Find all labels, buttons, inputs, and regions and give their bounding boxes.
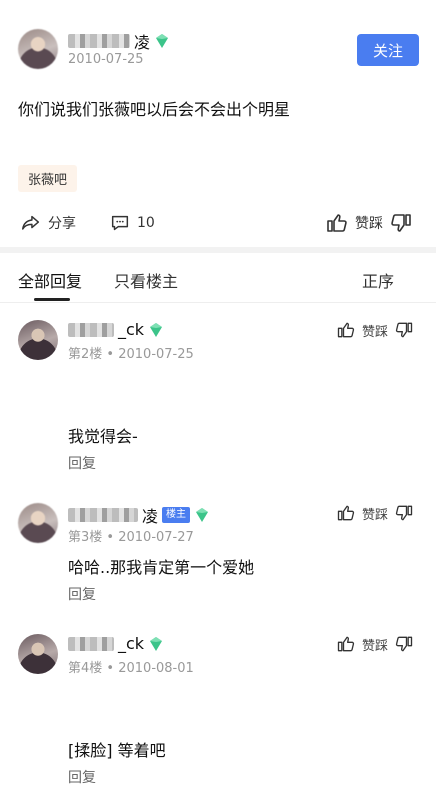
post-date: 2010-07-25 (68, 52, 144, 67)
reply-username[interactable]: _ck (68, 634, 164, 653)
redacted-name (68, 636, 114, 651)
meta-separator: • (106, 530, 119, 545)
reply-content: [揉脸] 等着吧 (68, 741, 166, 760)
reply-content: 我觉得会- (68, 427, 138, 446)
thumb-up-icon[interactable] (325, 211, 349, 235)
reply-date: 2010-07-25 (118, 347, 194, 362)
thumb-down-icon[interactable] (389, 211, 413, 235)
reply-username[interactable]: _ck (68, 320, 164, 339)
reply-avatar[interactable] (18, 503, 58, 543)
share-icon (22, 215, 40, 230)
post-content: 你们说我们张薇吧以后会不会出个明星 (18, 100, 291, 119)
reply-name-suffix: _ck (118, 634, 145, 653)
tab-all-replies[interactable]: 全部回复 (18, 268, 82, 292)
diamond-badge-icon (154, 33, 170, 49)
forum-tag[interactable]: 张薇吧 (18, 165, 78, 192)
floor-number: 第3楼 (68, 530, 103, 545)
reply-date: 2010-07-27 (118, 530, 194, 545)
reply-name-suffix: _ck (118, 320, 145, 339)
author-name[interactable]: 凌 (68, 29, 170, 53)
reply-meta: 第2楼 • 2010-07-25 (68, 343, 194, 362)
active-tab-indicator (34, 298, 70, 301)
vote-label: 赞踩 (355, 216, 383, 232)
reply-vote-control: 赞踩 (336, 634, 414, 654)
reply-avatar[interactable] (18, 320, 58, 360)
meta-separator: • (106, 661, 119, 676)
author-name-suffix: 凌 (134, 33, 151, 52)
follow-button[interactable]: 关注 (357, 34, 419, 66)
vote-label: 赞踩 (362, 324, 389, 340)
section-divider (0, 247, 436, 253)
share-button[interactable]: 分享 (20, 212, 76, 234)
floor-number: 第4楼 (68, 661, 103, 676)
thumb-down-icon[interactable] (394, 320, 414, 340)
redacted-name (68, 322, 114, 337)
diamond-badge-icon (148, 322, 164, 338)
op-badge: 楼主 (162, 507, 191, 523)
diamond-badge-icon (194, 507, 210, 523)
author-avatar[interactable] (18, 29, 58, 69)
reply-username[interactable]: 凌 楼主 (68, 503, 210, 527)
reply-date: 2010-08-01 (118, 661, 194, 676)
comment-button[interactable]: 10 (109, 212, 155, 234)
thumb-up-icon[interactable] (336, 503, 356, 523)
floor-number: 第2楼 (68, 347, 103, 362)
reply-meta: 第3楼 • 2010-07-27 (68, 526, 194, 545)
reply-avatar[interactable] (18, 634, 58, 674)
reply-name-suffix: 凌 (142, 507, 159, 526)
vote-control: 赞踩 (325, 211, 413, 235)
reply-vote-control: 赞踩 (336, 503, 414, 523)
share-label: 分享 (48, 216, 76, 232)
vote-label: 赞踩 (362, 638, 389, 654)
comment-count: 10 (137, 215, 155, 231)
reply-button[interactable]: 回复 (68, 767, 96, 787)
reply-meta: 第4楼 • 2010-08-01 (68, 657, 194, 676)
thumb-down-icon[interactable] (394, 503, 414, 523)
redacted-name (68, 508, 138, 522)
vote-label: 赞踩 (362, 507, 389, 523)
diamond-badge-icon (148, 636, 164, 652)
thumb-up-icon[interactable] (336, 634, 356, 654)
reply-button[interactable]: 回复 (68, 453, 96, 473)
tab-only-op[interactable]: 只看楼主 (114, 268, 178, 292)
reply-content: 哈哈..那我肯定第一个爱她 (68, 558, 255, 577)
thumb-up-icon[interactable] (336, 320, 356, 340)
redacted-name (68, 34, 130, 48)
reply-vote-control: 赞踩 (336, 320, 414, 340)
thumb-down-icon[interactable] (394, 634, 414, 654)
reply-button[interactable]: 回复 (68, 584, 96, 604)
meta-separator: • (106, 347, 119, 362)
tabs-divider (0, 302, 436, 303)
sort-order-button[interactable]: 正序 (362, 268, 394, 292)
comment-icon (111, 215, 129, 231)
